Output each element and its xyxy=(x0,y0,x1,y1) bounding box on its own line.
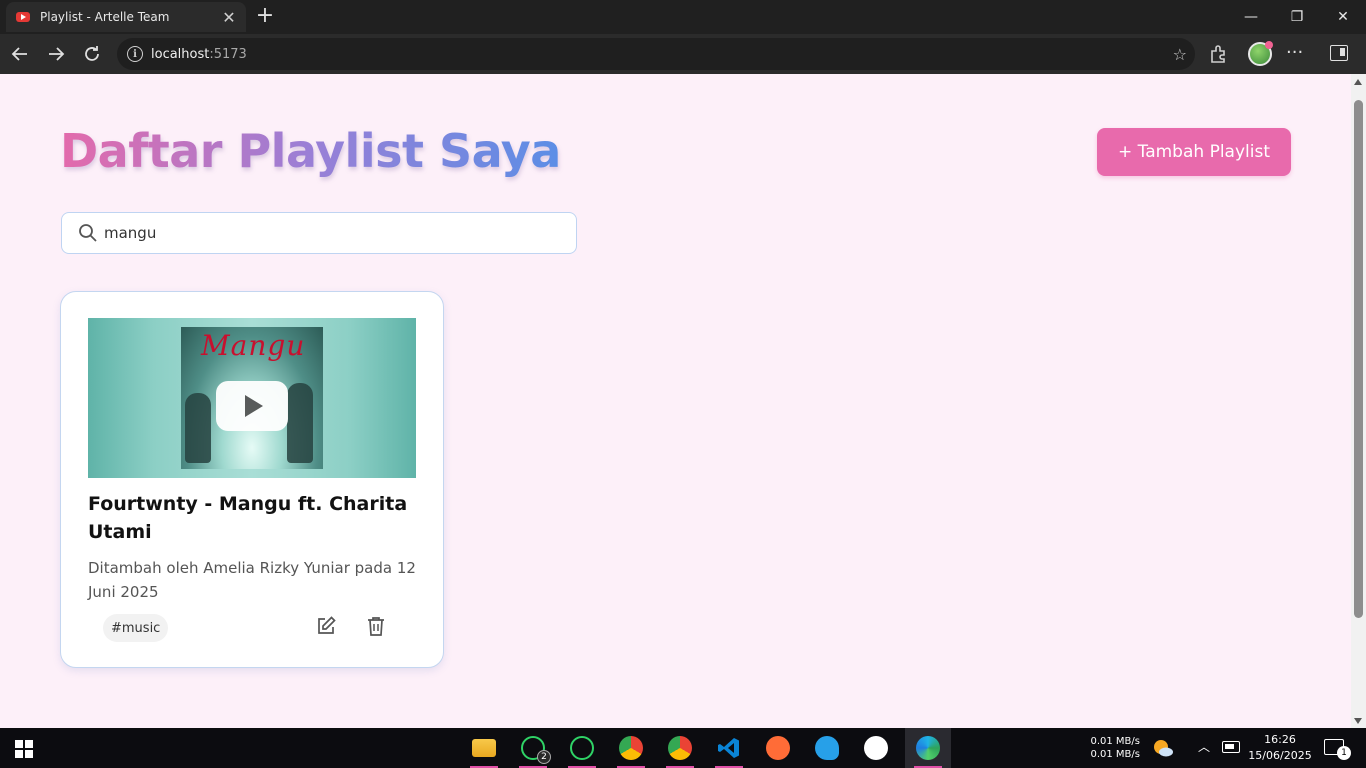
network-speed: 0.01 MB/s 0.01 MB/s xyxy=(1070,735,1140,761)
edit-icon[interactable] xyxy=(315,615,337,637)
page-title: Daftar Playlist Saya xyxy=(60,124,561,178)
scroll-thumb[interactable] xyxy=(1354,100,1363,618)
play-button-icon[interactable] xyxy=(216,381,288,431)
vscode-icon xyxy=(718,738,739,758)
reload-icon[interactable] xyxy=(80,42,104,66)
delete-trash-icon[interactable] xyxy=(365,615,387,637)
site-info-icon[interactable]: i xyxy=(127,46,143,62)
restore-icon[interactable]: ❐ xyxy=(1274,0,1320,34)
window-close-icon[interactable]: ✕ xyxy=(1320,0,1366,34)
windows-start-icon[interactable] xyxy=(15,740,33,758)
notification-badge: 1 xyxy=(1337,746,1351,760)
scroll-down-arrow-icon[interactable] xyxy=(1354,718,1362,724)
taskbar-whatsapp-1[interactable]: 2 xyxy=(513,728,553,768)
playlist-tag[interactable]: #music xyxy=(103,614,169,642)
taskbar-chrome-1[interactable] xyxy=(611,728,651,768)
taskbar-edge[interactable] xyxy=(905,728,951,768)
net-download-speed: 0.01 MB/s xyxy=(1090,749,1140,760)
clock-date: 15/06/2025 xyxy=(1248,749,1312,762)
taskbar-clock[interactable]: 16:26 15/06/2025 xyxy=(1240,732,1320,764)
album-figure-left xyxy=(185,393,211,463)
address-bar[interactable]: i localhost :5173 ☆ xyxy=(117,38,1195,70)
album-cover-title: Mangu xyxy=(201,329,306,362)
chrome-icon xyxy=(619,736,643,760)
tab-close-icon[interactable]: ✕ xyxy=(220,8,238,27)
sidebar-toggle-icon[interactable] xyxy=(1330,45,1348,61)
battery-icon[interactable] xyxy=(1222,741,1240,753)
windows-taskbar: 2 0.01 MB/s 0.01 MB/s ︿ 16:26 15/06/2025… xyxy=(0,728,1366,768)
taskbar-mongodb[interactable] xyxy=(856,728,896,768)
playlist-card: Mangu Fourtwnty - Mangu ft. Charita Utam… xyxy=(60,291,444,668)
tray-expand-chevron-icon[interactable]: ︿ xyxy=(1198,738,1210,755)
browser-tab[interactable]: Playlist - Artelle Team ✕ xyxy=(6,2,246,32)
taskbar-chrome-2[interactable] xyxy=(660,728,700,768)
playlist-title: Fourtwnty - Mangu ft. Charita Utami xyxy=(88,493,408,543)
net-upload-speed: 0.01 MB/s xyxy=(1090,736,1140,747)
page-scrollbar[interactable] xyxy=(1351,74,1366,728)
album-figure-right xyxy=(287,383,313,463)
whatsapp-badge: 2 xyxy=(537,750,551,764)
taskbar-mysql[interactable] xyxy=(807,728,847,768)
scroll-up-arrow-icon[interactable] xyxy=(1354,79,1362,85)
tab-title: Playlist - Artelle Team xyxy=(40,10,170,24)
address-host: localhost xyxy=(151,46,210,62)
whatsapp-icon xyxy=(570,736,594,760)
profile-avatar[interactable] xyxy=(1248,41,1273,66)
taskbar-whatsapp-2[interactable] xyxy=(562,728,602,768)
weather-icon[interactable] xyxy=(1152,738,1174,758)
folder-icon xyxy=(472,739,496,757)
playlist-meta: Ditambah oleh Amelia Rizky Yuniar pada 1… xyxy=(88,559,416,601)
mysql-dolphin-icon xyxy=(815,736,839,760)
taskbar-file-explorer[interactable] xyxy=(464,728,504,768)
search-icon xyxy=(79,224,97,242)
back-icon[interactable] xyxy=(8,42,32,66)
mongodb-leaf-icon xyxy=(864,736,888,760)
chrome-icon xyxy=(668,736,692,760)
postman-icon xyxy=(766,736,790,760)
address-port: :5173 xyxy=(209,46,247,62)
window-controls: — ❐ ✕ xyxy=(1228,0,1366,34)
youtube-favicon-icon xyxy=(16,12,30,22)
new-tab-button[interactable]: + xyxy=(254,3,276,29)
more-menu-icon[interactable]: ··· xyxy=(1286,42,1303,63)
search-input[interactable] xyxy=(104,224,544,242)
extensions-puzzle-icon[interactable] xyxy=(1208,43,1230,65)
browser-toolbar: i localhost :5173 ☆ ··· xyxy=(0,34,1366,74)
clock-time: 16:26 xyxy=(1264,733,1296,746)
browser-tab-bar: Playlist - Artelle Team ✕ + — ❐ ✕ xyxy=(0,0,1366,34)
edge-icon xyxy=(916,736,940,760)
add-playlist-button[interactable]: + Tambah Playlist xyxy=(1097,128,1291,176)
taskbar-vscode[interactable] xyxy=(709,728,749,768)
search-box[interactable] xyxy=(61,212,577,254)
notification-center-icon[interactable]: 1 xyxy=(1324,739,1351,760)
favorite-star-icon[interactable]: ☆ xyxy=(1173,45,1187,64)
forward-icon[interactable] xyxy=(44,42,68,66)
taskbar-postman[interactable] xyxy=(758,728,798,768)
video-thumbnail[interactable]: Mangu xyxy=(88,318,416,478)
page-content: Daftar Playlist Saya + Tambah Playlist M… xyxy=(0,74,1351,728)
minimize-icon[interactable]: — xyxy=(1228,0,1274,34)
